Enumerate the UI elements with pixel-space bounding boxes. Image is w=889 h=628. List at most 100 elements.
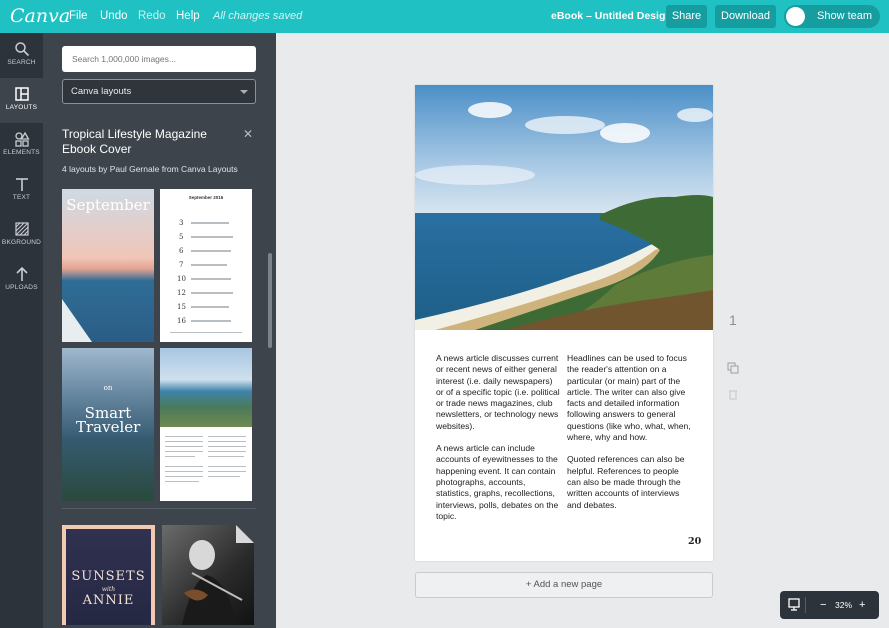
article-column-right[interactable]: Headlines can be used to focus the reade… — [567, 353, 692, 522]
zoom-control: − 32% + — [780, 591, 879, 619]
rail-search-label: SEARCH — [7, 59, 36, 66]
caret-down-icon — [240, 90, 248, 94]
background-icon — [14, 222, 29, 236]
image-search-input[interactable] — [62, 46, 256, 72]
redo-button[interactable]: Redo — [138, 10, 166, 22]
rail-background[interactable]: BKGROUND — [0, 213, 43, 258]
layouts-panel: Canva layouts Tropical Lifestyle Magazin… — [43, 33, 276, 628]
zoom-separator — [805, 597, 806, 613]
panel-scrollbar[interactable] — [268, 253, 272, 348]
text-line — [165, 481, 199, 482]
rail-layouts-label: LAYOUTS — [5, 104, 38, 111]
thumb-photo — [160, 348, 252, 427]
rail-layouts[interactable]: LAYOUTS — [0, 78, 43, 123]
collection-title: Tropical Lifestyle Magazine Ebook Cover — [62, 127, 207, 156]
show-team-toggle[interactable]: Show team — [784, 5, 880, 28]
search-icon — [14, 42, 29, 57]
document-title[interactable]: eBook – Untitled Design — [551, 10, 672, 22]
elements-icon — [14, 131, 30, 147]
rail-elements[interactable]: ELEMENTS — [0, 123, 43, 168]
toc-line — [191, 264, 227, 266]
thumb-title-line1: SUNSETS — [71, 569, 146, 584]
help-menu[interactable]: Help — [176, 10, 200, 22]
close-icon[interactable]: ✕ — [243, 127, 253, 141]
article-column-left[interactable]: A news article discusses current or rece… — [436, 353, 561, 533]
thumb-title-with: with — [101, 586, 116, 593]
toc-number: 10 — [177, 275, 186, 283]
delete-page-icon[interactable] — [727, 388, 739, 400]
text-line — [165, 476, 203, 477]
toc-number: 12 — [177, 289, 186, 297]
panel-divider — [62, 508, 256, 509]
layout-thumb-smart-traveler[interactable]: on Smart Traveler — [62, 348, 154, 501]
duplicate-page-icon[interactable] — [727, 362, 739, 374]
page-index: 1 — [729, 312, 737, 328]
toc-number: 5 — [179, 233, 184, 241]
page-fold — [236, 525, 254, 543]
toc-number: 7 — [179, 261, 184, 269]
paragraph: Headlines can be used to focus the reade… — [567, 353, 691, 443]
layout-thumb-contents[interactable]: September 2016 3 5 6 7 10 12 15 16 — [160, 189, 252, 342]
rail-uploads-label: UPLOADS — [5, 284, 38, 291]
text-line — [165, 466, 203, 467]
rail-background-label: BKGROUND — [1, 239, 42, 246]
undo-button[interactable]: Undo — [100, 10, 128, 22]
toc-number: 6 — [179, 247, 184, 255]
text-line — [165, 456, 195, 457]
top-bar: Canva File Undo Redo Help All changes sa… — [0, 0, 889, 33]
layouts-dropdown[interactable]: Canva layouts — [62, 79, 256, 104]
present-icon[interactable] — [788, 598, 800, 611]
text-line — [208, 441, 246, 442]
zoom-in-button[interactable]: + — [859, 591, 865, 619]
text-line — [165, 446, 203, 447]
text-line — [165, 441, 203, 442]
toc-number: 15 — [177, 303, 186, 311]
layouts-dropdown-value: Canva layouts — [71, 86, 132, 97]
show-team-label: Show team — [817, 10, 873, 22]
rail-text-label: TEXT — [12, 194, 31, 201]
rail-uploads[interactable]: UPLOADS — [0, 258, 43, 303]
paragraph: A news article discusses current or rece… — [436, 353, 560, 431]
text-line — [208, 471, 246, 472]
toc-line — [191, 250, 231, 252]
layout-thumb-article[interactable] — [160, 348, 252, 501]
rail-text[interactable]: TEXT — [0, 168, 43, 213]
toc-line — [191, 278, 231, 280]
thumb-inner: SUNSETS with ANNIE — [66, 529, 151, 625]
thumb-header: September 2016 — [188, 195, 224, 200]
layout-thumb-sunsets[interactable]: SUNSETS with ANNIE — [62, 525, 155, 625]
rail-elements-label: ELEMENTS — [3, 149, 40, 156]
toc-line — [191, 320, 231, 322]
layouts-icon — [14, 87, 29, 101]
thumb-title: September — [66, 196, 150, 214]
left-rail: SEARCH LAYOUTS ELEMENTS TEXT BKGROUND UP… — [0, 33, 43, 628]
download-button[interactable]: Download — [715, 5, 776, 28]
text-line — [208, 456, 244, 457]
canva-logo[interactable]: Canva — [10, 5, 70, 27]
zoom-out-button[interactable]: − — [820, 591, 826, 619]
thumb-rock-shape — [62, 299, 92, 342]
text-line — [208, 446, 246, 447]
toc-number: 16 — [177, 317, 186, 325]
text-line — [208, 466, 246, 467]
text-line — [208, 436, 246, 437]
coastline-photo[interactable] — [415, 85, 713, 330]
collection-subtitle: 4 layouts by Paul Gernale from Canva Lay… — [62, 164, 238, 174]
page-number: 20 — [688, 536, 702, 547]
footer-line — [170, 332, 242, 333]
add-page-button[interactable]: + Add a new page — [415, 572, 713, 598]
layout-thumb-september[interactable]: September — [62, 189, 154, 342]
paragraph: Quoted references can also be helpful. R… — [567, 454, 685, 510]
toc-line — [191, 306, 229, 308]
thumb-small-text: on — [103, 384, 113, 392]
rail-search[interactable]: SEARCH — [0, 33, 43, 78]
toggle-knob — [786, 7, 805, 26]
layout-thumb-violinist[interactable] — [162, 525, 254, 625]
upload-icon — [15, 266, 28, 281]
text-line — [208, 476, 240, 477]
save-status: All changes saved — [213, 10, 303, 22]
file-menu[interactable]: File — [69, 10, 88, 22]
share-button[interactable]: Share — [666, 5, 707, 28]
zoom-level[interactable]: 32% — [835, 591, 852, 619]
design-page[interactable]: A news article discusses current or rece… — [415, 85, 713, 561]
